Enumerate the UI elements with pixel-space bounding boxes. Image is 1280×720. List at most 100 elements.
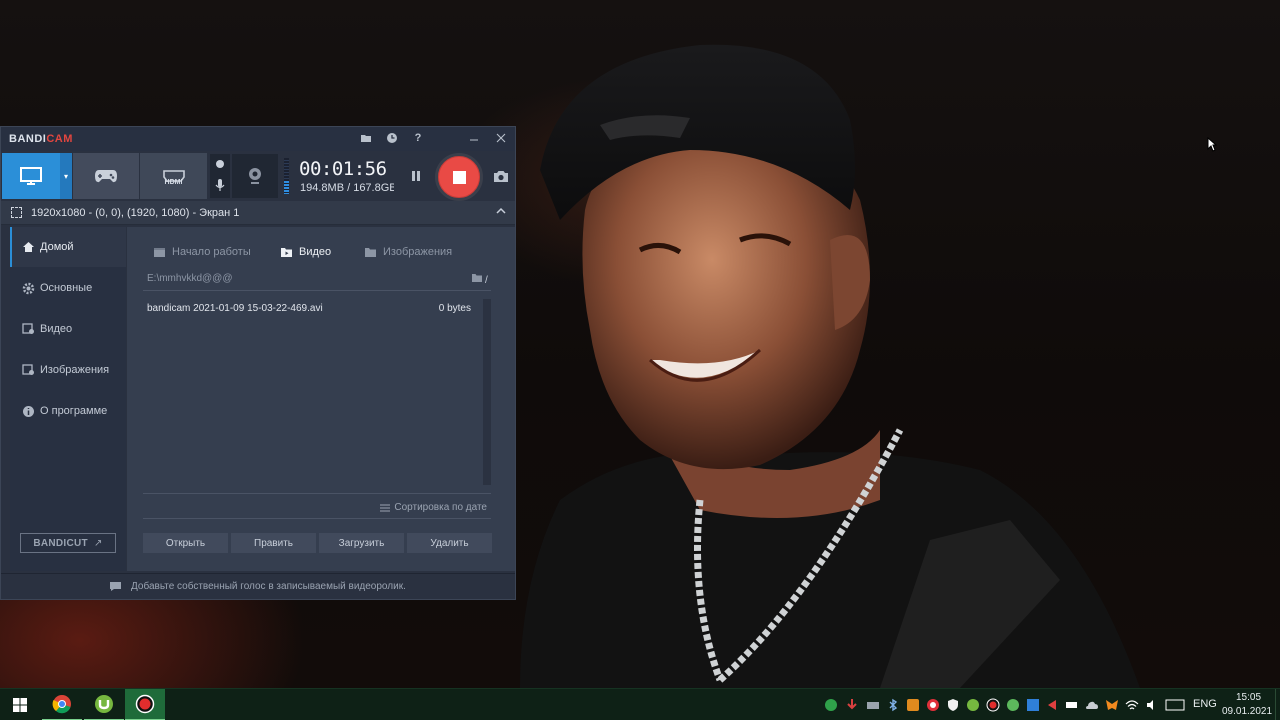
- cloud-icon[interactable]: [1085, 698, 1099, 712]
- screen-mode-dropdown[interactable]: ▾: [60, 153, 72, 199]
- chevron-down-icon: ▾: [63, 171, 68, 181]
- info-icon: [22, 405, 34, 417]
- taskbar-chrome[interactable]: [42, 689, 82, 720]
- file-actions: Открыть Править Загрузить Удалить: [143, 533, 492, 553]
- open-folder-button[interactable]: [355, 129, 377, 147]
- battery-icon[interactable]: [1065, 698, 1079, 712]
- hdmi-mode-button[interactable]: HDMI: [140, 153, 207, 199]
- sidebar-item-label: Видео: [40, 323, 73, 335]
- output-path-row: E:\mmhvkkd@@@ /: [143, 269, 491, 291]
- desktop: BANDICAM ? ▾ HDMI 00:01:56 194.8MB / 167…: [0, 0, 1280, 720]
- sidebar-item-general[interactable]: Основные: [10, 268, 126, 308]
- folder-icon[interactable]: [471, 273, 483, 283]
- stop-record-button[interactable]: [435, 153, 483, 201]
- help-button[interactable]: ?: [407, 129, 429, 147]
- clock-time[interactable]: 15:05: [1236, 692, 1261, 703]
- sound-flag-icon[interactable]: [1045, 698, 1059, 712]
- tab-label: Изображения: [383, 246, 453, 258]
- video-icon: [21, 323, 34, 334]
- sidebar-item-label: Домой: [40, 241, 74, 253]
- hdmi-label: HDMI: [164, 178, 183, 186]
- capture-target-bar[interactable]: 1920x1080 - (0, 0), (1920, 1080) - Экран…: [1, 201, 515, 225]
- bandicut-logo: BANDICUT: [33, 537, 88, 549]
- tab-getting-started[interactable]: Начало работы: [153, 242, 251, 262]
- bandicut-link[interactable]: BANDICUT ↗: [20, 533, 116, 553]
- taskbar-utorrent[interactable]: [84, 689, 124, 720]
- capture-target-text: 1920x1080 - (0, 0), (1920, 1080) - Экран…: [31, 207, 240, 219]
- opera-icon[interactable]: [926, 698, 940, 712]
- input-language[interactable]: ENG: [1193, 698, 1217, 710]
- minimize-button[interactable]: [463, 129, 485, 147]
- download-icon[interactable]: [845, 698, 859, 712]
- edit-button[interactable]: Править: [231, 533, 316, 553]
- folder-icon: [281, 247, 292, 257]
- tray-app-icon[interactable]: [1006, 698, 1020, 712]
- keyboard-icon[interactable]: [1165, 698, 1185, 712]
- printer-icon[interactable]: [866, 698, 880, 712]
- app-icon[interactable]: [906, 698, 920, 712]
- toolbar: ▾ HDMI 00:01:56 194.8MB / 167.8GB: [1, 152, 515, 201]
- recording-timer: 00:01:56: [299, 158, 387, 180]
- open-button[interactable]: Открыть: [143, 533, 228, 553]
- pause-icon: [412, 171, 420, 181]
- folder-icon: [361, 135, 371, 142]
- bluetooth-icon[interactable]: [886, 698, 900, 712]
- chevron-up-icon[interactable]: [495, 205, 507, 217]
- minimize-icon: [470, 139, 478, 141]
- start-button[interactable]: [0, 689, 40, 720]
- windows-start-icon: [13, 698, 27, 712]
- stop-icon: [452, 170, 466, 184]
- show-desktop-button[interactable]: [1275, 689, 1280, 720]
- screen-mode-icon: [20, 167, 42, 185]
- timer-button[interactable]: [381, 129, 403, 147]
- wifi-icon[interactable]: [1125, 698, 1139, 712]
- sidebar-item-label: Основные: [40, 282, 93, 294]
- utorrent-tray-icon[interactable]: [966, 698, 980, 712]
- kaspersky-icon[interactable]: [824, 698, 838, 712]
- sidebar-item-images[interactable]: Изображения: [10, 350, 126, 390]
- delete-button[interactable]: Удалить: [407, 533, 492, 553]
- file-list-scrollbar[interactable]: [483, 299, 491, 485]
- game-mode-button[interactable]: [73, 153, 139, 199]
- sidebar-item-home[interactable]: Домой: [10, 227, 126, 267]
- game-mode-icon: [95, 170, 117, 183]
- camera-icon: [494, 170, 508, 182]
- tab-label: Начало работы: [172, 246, 251, 258]
- clock-icon: [387, 133, 397, 143]
- bandicam-record-icon: [135, 694, 155, 714]
- tab-images[interactable]: Изображения: [364, 242, 452, 262]
- screenshot-button[interactable]: [490, 165, 512, 187]
- home-panel: Начало работы Видео Изображения E:\mmhvk…: [127, 227, 515, 571]
- subtabs: Начало работы Видео Изображения: [143, 242, 491, 264]
- audio-device-column[interactable]: [210, 154, 230, 198]
- list-item[interactable]: bandicam 2021-01-09 15-03-22-469.avi 0 b…: [143, 297, 479, 317]
- status-bar: Добавьте собственный голос в записываемы…: [1, 573, 515, 599]
- tab-label: Видео: [299, 246, 332, 258]
- tray-app2-icon[interactable]: [1026, 698, 1040, 712]
- status-tip[interactable]: Добавьте собственный голос в записываемы…: [131, 581, 406, 592]
- webcam-icon: [249, 168, 261, 184]
- region-select-icon: [11, 207, 22, 218]
- path-separator: /: [485, 275, 488, 286]
- chrome-icon: [52, 695, 71, 714]
- sidebar-item-video[interactable]: Видео: [10, 309, 126, 349]
- close-button[interactable]: [490, 129, 512, 147]
- screen-mode-button[interactable]: [2, 153, 60, 199]
- sort-by-date-button[interactable]: Сортировка по дате: [380, 502, 487, 513]
- taskbar-bandicam[interactable]: [125, 689, 165, 720]
- home-icon: [22, 242, 34, 252]
- volume-icon[interactable]: [1145, 698, 1159, 712]
- pause-button[interactable]: [405, 165, 427, 187]
- upload-button[interactable]: Загрузить: [319, 533, 404, 553]
- metamask-icon[interactable]: [1105, 698, 1119, 712]
- record-tray-icon[interactable]: [986, 698, 1000, 712]
- image-icon: [365, 247, 376, 257]
- shield-icon[interactable]: [946, 698, 960, 712]
- list-icon: [380, 504, 391, 511]
- title-bar[interactable]: BANDICAM ?: [1, 127, 515, 151]
- help-icon: ?: [414, 132, 422, 144]
- tab-video[interactable]: Видео: [280, 242, 331, 262]
- clock-date[interactable]: 09.01.2021: [1222, 706, 1272, 717]
- sidebar-item-about[interactable]: О программе: [10, 391, 126, 431]
- webcam-button[interactable]: [232, 154, 278, 198]
